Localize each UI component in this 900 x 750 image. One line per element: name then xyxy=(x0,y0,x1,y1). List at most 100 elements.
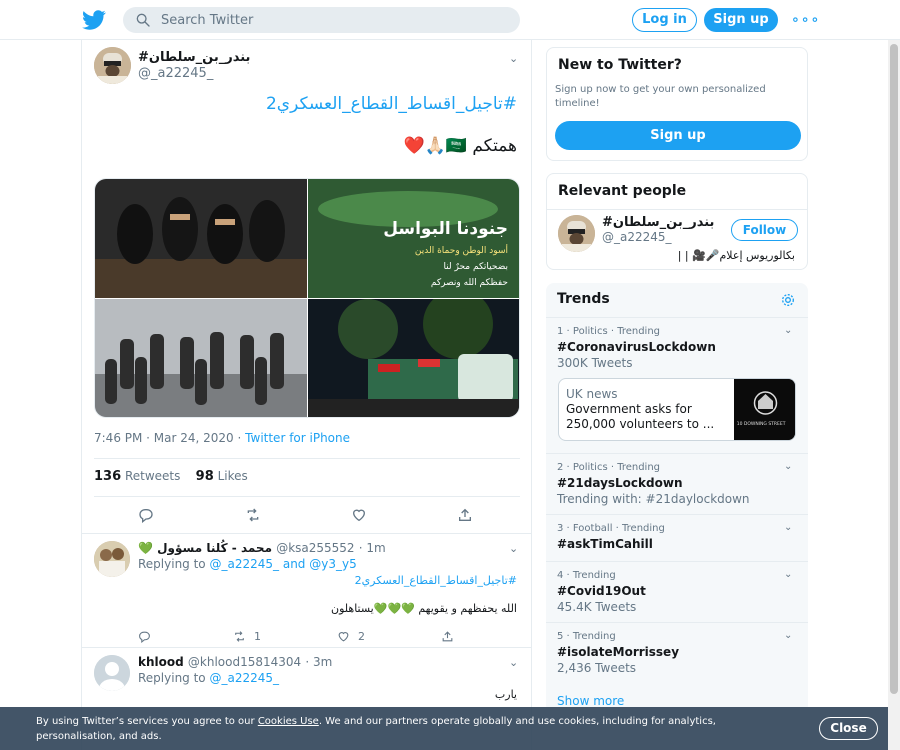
trend-item[interactable]: 1 · Politics · Trending ⌄ #CoronavirusLo… xyxy=(546,317,808,453)
reply-time[interactable]: 1m xyxy=(366,541,385,555)
reply-author[interactable]: khlood @khlood15814304 · 3m xyxy=(138,655,332,669)
like-count[interactable]: 98 xyxy=(196,469,214,484)
reply-author-name[interactable]: khlood xyxy=(138,655,184,669)
media-image-night-vehicles[interactable] xyxy=(308,299,520,418)
share-button[interactable] xyxy=(457,507,473,523)
signup-button[interactable]: Sign up xyxy=(555,121,801,150)
tweet-source-link[interactable]: Twitter for iPhone xyxy=(245,431,350,445)
tweet-source-separator: · xyxy=(237,431,246,445)
reply-author-handle[interactable]: @khlood15814304 xyxy=(188,655,301,669)
trend-title[interactable]: #isolateMorrissey xyxy=(557,645,679,659)
trend-sub: Trending with: #21daylockdown xyxy=(557,492,750,506)
follow-button[interactable]: Follow xyxy=(731,219,798,241)
reply-hashtag[interactable]: #تاجيل_اقساط_القطاع_العسكري2 xyxy=(355,574,517,587)
retweet-icon xyxy=(235,631,244,642)
reply-tweet[interactable]: 💚 محمد - كُلنا مسؤول @ksa255552 · 1m ⌄ R… xyxy=(82,533,531,647)
search-box[interactable] xyxy=(123,7,520,33)
chevron-down-icon[interactable]: ⌄ xyxy=(509,542,518,555)
like-label[interactable]: Likes xyxy=(218,469,248,483)
reply-retweet-count: 1 xyxy=(254,630,261,643)
retweet-label[interactable]: Retweets xyxy=(125,469,180,483)
trend-meta: 1 · Politics · Trending xyxy=(557,326,661,337)
chevron-down-icon[interactable]: ⌄ xyxy=(784,569,792,580)
trend-item[interactable]: 4 · Trending ⌄ #Covid19Out 45.4K Tweets xyxy=(546,561,808,622)
reply-author-handle[interactable]: @ksa255552 xyxy=(276,541,354,555)
news-headline[interactable]: Government asks for 250,000 volunteers t… xyxy=(566,402,726,432)
trend-title[interactable]: #askTimCahill xyxy=(557,537,653,551)
media-image-green-banner[interactable]: جنودنا البواسل أسود الوطن وحماة الدين بض… xyxy=(308,179,520,298)
signup-button[interactable]: Sign up xyxy=(704,8,778,32)
relevant-person-handle[interactable]: @_a22245_ xyxy=(602,230,672,244)
reply-button[interactable] xyxy=(138,507,154,523)
tweet-time[interactable]: 7:46 PM · Mar 24, 2020 xyxy=(94,431,234,445)
top-bar: Log in Sign up ∘∘∘ xyxy=(0,0,900,40)
trend-item[interactable]: 3 · Football · Trending ⌄ #askTimCahill xyxy=(546,514,808,561)
heart-icon xyxy=(352,509,366,522)
divider xyxy=(94,458,520,459)
chevron-down-icon[interactable]: ⌄ xyxy=(784,461,792,472)
trends-title: Trends xyxy=(557,291,610,307)
search-input[interactable] xyxy=(161,12,491,28)
replying-to: Replying to @_a22245_ and @y3_y5 xyxy=(138,557,357,571)
trend-item[interactable]: 5 · Trending ⌄ #isolateMorrissey 2,436 T… xyxy=(546,622,808,683)
tweet-author-name[interactable]: #بندر_بن_سلطان xyxy=(138,50,250,65)
reply-button[interactable] xyxy=(138,630,151,643)
trend-title[interactable]: #Covid19Out xyxy=(557,584,646,598)
news-card[interactable]: UK news Government asks for 250,000 volu… xyxy=(558,378,796,441)
chevron-down-icon[interactable]: ⌄ xyxy=(784,522,792,533)
retweet-button[interactable] xyxy=(245,507,261,523)
reply-time[interactable]: 3m xyxy=(313,655,332,669)
chevron-down-icon[interactable]: ⌄ xyxy=(784,325,792,336)
trend-title[interactable]: #21daysLockdown xyxy=(557,476,682,490)
replying-to-and[interactable]: and xyxy=(283,557,306,571)
avatar[interactable] xyxy=(558,215,595,252)
relevant-people-card: Relevant people #بندر_بن_سلطان @_a22245_… xyxy=(546,173,808,270)
close-button[interactable]: Close xyxy=(819,717,878,740)
trend-count: 2,436 Tweets xyxy=(557,661,637,675)
avatar[interactable] xyxy=(94,47,131,84)
trend-title[interactable]: #CoronavirusLockdown xyxy=(557,340,716,354)
media-line: أسود الوطن وحماة الدين xyxy=(415,244,508,256)
relevant-person-name[interactable]: #بندر_بن_سلطان xyxy=(602,215,714,230)
trend-item[interactable]: 2 · Politics · Trending ⌄ #21daysLockdow… xyxy=(546,453,808,514)
media-title: جنودنا البواسل xyxy=(383,219,508,239)
avatar-image xyxy=(94,47,131,84)
retweet-count[interactable]: 136 xyxy=(94,469,121,484)
replying-to-label: Replying to xyxy=(138,671,206,685)
media-line: بضحياتكم محرٌ لنا xyxy=(443,262,508,272)
trend-meta: 5 · Trending xyxy=(557,631,616,642)
reply-author-name[interactable]: 💚 محمد - كُلنا مسؤول xyxy=(138,541,272,555)
replying-to-link[interactable]: @_a22245_ xyxy=(209,671,279,685)
tweet-media-grid[interactable]: جنودنا البواسل أسود الوطن وحماة الدين بض… xyxy=(94,178,520,418)
cookie-banner: By using Twitter’s services you agree to… xyxy=(0,707,888,750)
share-button[interactable] xyxy=(441,630,454,643)
tweet-author-handle[interactable]: @_a22245_ xyxy=(138,66,213,81)
cookie-text: By using Twitter’s services you agree to… xyxy=(36,714,796,744)
replying-to-link[interactable]: @y3_y5 xyxy=(309,557,356,571)
chevron-down-icon[interactable]: ⌄ xyxy=(784,630,792,641)
avatar[interactable] xyxy=(94,541,130,577)
chevron-down-icon[interactable]: ⌄ xyxy=(509,52,518,65)
reply-author[interactable]: 💚 محمد - كُلنا مسؤول @ksa255552 · 1m xyxy=(138,541,386,555)
tweet-hashtag[interactable]: #تاجيل_اقساط_القطاع_العسكري2 xyxy=(266,94,517,114)
retweet-button[interactable]: 1 xyxy=(233,630,261,643)
chevron-down-icon[interactable]: ⌄ xyxy=(509,656,518,669)
twitter-logo-icon[interactable] xyxy=(82,8,106,32)
media-image-soldiers-masked[interactable] xyxy=(95,179,307,298)
show-more-link[interactable]: Show more xyxy=(557,694,624,708)
like-button[interactable] xyxy=(351,507,367,523)
gear-icon[interactable] xyxy=(780,292,796,308)
scrollbar-thumb[interactable] xyxy=(890,44,898,694)
tweet-stats: 136 Retweets 98 Likes xyxy=(94,469,248,484)
cookies-use-link[interactable]: Cookies Use xyxy=(258,716,319,727)
media-image-marching-soldiers[interactable] xyxy=(95,299,307,418)
news-image-label: 10 DOWNING STREET xyxy=(737,421,786,427)
login-button[interactable]: Log in xyxy=(632,8,697,32)
relevant-person-bio: بكالوريوس إعلام🎤🎥 | | xyxy=(677,249,795,262)
like-button[interactable]: 2 xyxy=(337,630,365,643)
replying-to-link[interactable]: @_a22245_ xyxy=(209,557,279,571)
more-options-icon[interactable]: ∘∘∘ xyxy=(791,12,820,28)
retweet-icon xyxy=(247,508,259,522)
avatar[interactable] xyxy=(94,655,130,691)
replying-to-label: Replying to xyxy=(138,557,206,571)
